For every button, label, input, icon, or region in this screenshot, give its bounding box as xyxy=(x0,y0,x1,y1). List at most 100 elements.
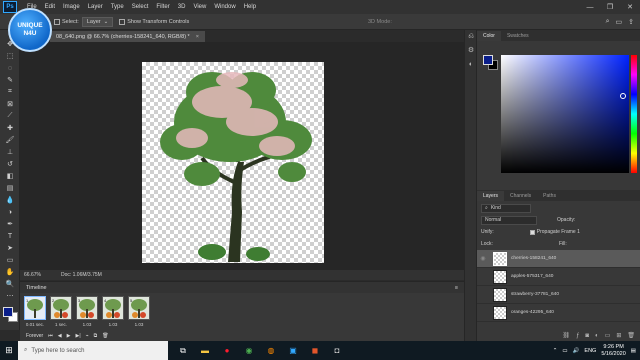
kind-filter-dropdown[interactable]: ⌕ Kind xyxy=(481,203,531,213)
history-brush-tool-icon[interactable]: ↺ xyxy=(0,158,20,170)
delete-frame-icon[interactable]: 🗑 xyxy=(102,333,108,339)
hue-slider[interactable] xyxy=(631,55,637,173)
propagate-frame-checkbox[interactable]: Propagate Frame 1 xyxy=(529,229,580,235)
search-icon[interactable]: ⌕ xyxy=(606,18,610,26)
previous-frame-icon[interactable]: ◀ xyxy=(58,333,62,339)
menu-item-view[interactable]: View xyxy=(189,4,210,10)
document-tab[interactable]: 08_640.png @ 66.7% (cherries-158241_640,… xyxy=(50,31,205,42)
properties-icon[interactable]: ⚙ xyxy=(465,44,477,58)
frame-tool-icon[interactable]: ⊠ xyxy=(0,98,20,110)
menu-item-3d[interactable]: 3D xyxy=(174,4,190,10)
maximize-button[interactable]: ❐ xyxy=(600,0,620,14)
more-tools-icon[interactable]: ⋯ xyxy=(0,290,20,302)
app-icon[interactable]: ◼ xyxy=(304,341,326,360)
language-indicator[interactable]: ENG xyxy=(584,348,596,354)
tab-color[interactable]: Color xyxy=(477,31,501,41)
share-icon[interactable]: ⇪ xyxy=(628,18,634,26)
firefox-icon[interactable]: ◍ xyxy=(260,341,282,360)
timeline-frame[interactable]: 5 1.03 xyxy=(128,296,150,330)
network-icon[interactable]: ▭ xyxy=(562,348,567,354)
foreground-color-swatch[interactable] xyxy=(3,307,13,317)
adjustment-layer-icon[interactable]: ◐ xyxy=(595,333,599,339)
layer-row[interactable]: strawberry-37781_640 xyxy=(477,286,640,304)
tween-icon[interactable]: ⌁ xyxy=(86,333,89,339)
loop-options[interactable]: Forever xyxy=(26,333,43,339)
color-picker-field[interactable] xyxy=(501,55,629,173)
menu-item-type[interactable]: Type xyxy=(107,4,128,10)
tab-layers[interactable]: Layers xyxy=(477,191,505,201)
rectangle-tool-icon[interactable]: ▭ xyxy=(0,254,20,266)
blend-mode-dropdown[interactable]: Normal xyxy=(481,215,537,225)
blur-tool-icon[interactable]: 💧 xyxy=(0,194,20,206)
frame-duration[interactable]: 1.03 xyxy=(128,322,150,327)
history-icon[interactable]: ⎌ xyxy=(465,30,477,44)
layer-row[interactable]: ◉ cherries-158241_640 xyxy=(477,250,640,268)
quick-select-tool-icon[interactable]: ✎ xyxy=(0,74,20,86)
adjustments-icon[interactable]: ◐ xyxy=(465,58,477,72)
canvas-area[interactable] xyxy=(20,42,464,270)
volume-icon[interactable]: 🔊 xyxy=(573,348,580,354)
menu-item-select[interactable]: Select xyxy=(128,4,153,10)
brush-tool-icon[interactable]: 🖌 xyxy=(0,134,20,146)
taskbar-search-box[interactable]: ⌕ Type here to search xyxy=(18,341,168,360)
eyedropper-tool-icon[interactable]: ⟋ xyxy=(0,110,20,122)
timeline-frame[interactable]: 4 1.03 xyxy=(102,296,124,330)
group-icon[interactable]: ▭ xyxy=(605,332,611,339)
hand-tool-icon[interactable]: ✋ xyxy=(0,266,20,278)
auto-select-checkbox[interactable]: Select: xyxy=(54,18,79,25)
menu-item-image[interactable]: Image xyxy=(59,4,84,10)
photoshop-taskbar-icon[interactable]: ▣ xyxy=(282,341,304,360)
camera-icon[interactable]: ◘ xyxy=(326,341,348,360)
frame-duration[interactable]: 1 sec. xyxy=(50,322,72,327)
visibility-eye-icon[interactable]: ◉ xyxy=(477,255,489,262)
windows-start-icon[interactable]: ⊞ xyxy=(0,341,18,360)
chrome-icon[interactable]: ◉ xyxy=(238,341,260,360)
clock[interactable]: 9:26 PM 5/16/2020 xyxy=(601,344,625,358)
layer-row[interactable]: oranges-42295_640 xyxy=(477,304,640,322)
notifications-icon[interactable]: ▤ xyxy=(631,348,636,354)
timeline-frame[interactable]: 3 1.03 xyxy=(76,296,98,330)
minimize-button[interactable]: — xyxy=(580,0,600,14)
document-canvas[interactable] xyxy=(142,62,324,263)
marquee-tool-icon[interactable]: ⬚ xyxy=(0,50,20,62)
task-view-icon[interactable]: ⧉ xyxy=(172,341,194,360)
healing-brush-tool-icon[interactable]: ✚ xyxy=(0,122,20,134)
frame-duration[interactable]: 0.01 sec. xyxy=(24,322,46,327)
close-button[interactable]: ✕ xyxy=(620,0,640,14)
menu-item-help[interactable]: Help xyxy=(240,4,260,10)
zoom-tool-icon[interactable]: 🔍 xyxy=(0,278,20,290)
file-explorer-icon[interactable]: ▬ xyxy=(194,341,216,360)
close-tab-icon[interactable]: × xyxy=(196,34,199,40)
timeline-frame[interactable]: 1 0.01 sec. xyxy=(24,296,46,330)
tab-channels[interactable]: Channels xyxy=(504,191,537,201)
new-layer-icon[interactable]: ⊞ xyxy=(616,332,621,339)
crop-tool-icon[interactable]: ⌗ xyxy=(0,86,20,98)
eraser-tool-icon[interactable]: ◧ xyxy=(0,170,20,182)
gradient-tool-icon[interactable]: ▤ xyxy=(0,182,20,194)
layer-row[interactable]: apples-575317_640 xyxy=(477,268,640,286)
frame-duration[interactable]: 1.03 xyxy=(102,322,124,327)
delete-layer-icon[interactable]: 🗑 xyxy=(627,332,635,339)
tab-paths[interactable]: Paths xyxy=(537,191,562,201)
first-frame-icon[interactable]: ⏮ xyxy=(48,333,53,339)
menu-item-window[interactable]: Window xyxy=(210,4,239,10)
play-icon[interactable]: ▶ xyxy=(67,333,71,339)
frame-duration[interactable]: 1.03 xyxy=(76,322,98,327)
tab-swatches[interactable]: Swatches xyxy=(501,31,535,41)
link-layers-icon[interactable]: ⛓ xyxy=(562,332,570,339)
dodge-tool-icon[interactable]: ◑ xyxy=(0,206,20,218)
clone-stamp-tool-icon[interactable]: ⊥ xyxy=(0,146,20,158)
opera-icon[interactable]: ● xyxy=(216,341,238,360)
show-hidden-icons-icon[interactable]: ⌃ xyxy=(553,348,558,354)
fx-icon[interactable]: ƒ xyxy=(576,333,579,339)
pen-tool-icon[interactable]: ✒ xyxy=(0,218,20,230)
type-tool-icon[interactable]: T xyxy=(0,230,20,242)
menu-item-filter[interactable]: Filter xyxy=(152,4,173,10)
color-panel-foreground[interactable] xyxy=(483,55,493,65)
timeline-frame[interactable]: 2 1 sec. xyxy=(50,296,72,330)
next-frame-icon[interactable]: ▶| xyxy=(75,333,80,339)
panel-menu-icon[interactable]: ≡ xyxy=(455,285,458,291)
mask-icon[interactable]: ◙ xyxy=(585,333,589,339)
show-transform-controls-checkbox[interactable]: Show Transform Controls xyxy=(119,18,189,25)
color-picker-cursor[interactable] xyxy=(620,93,626,99)
